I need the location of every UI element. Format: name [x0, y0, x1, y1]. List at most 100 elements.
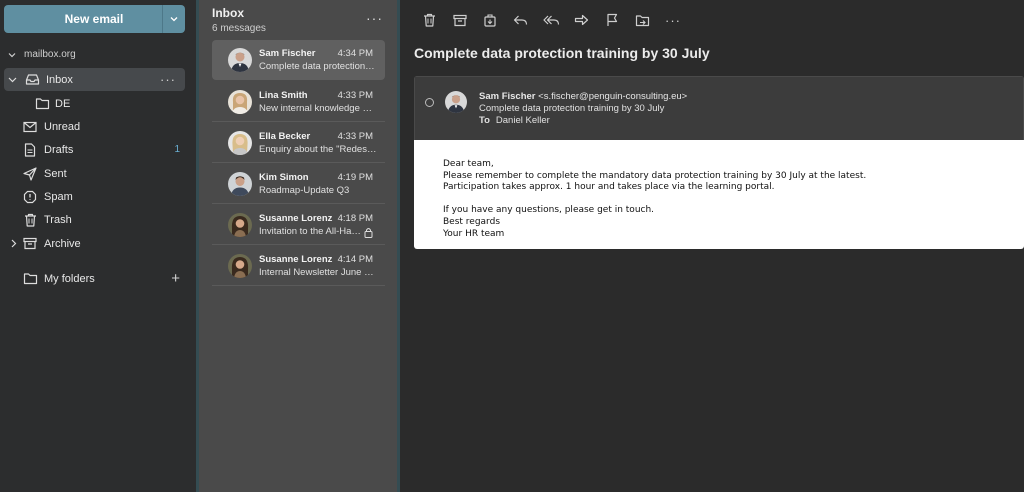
avatar	[228, 172, 252, 196]
message-item[interactable]: Kim Simon 4:19 PM Roadmap-Update Q3	[212, 164, 385, 204]
message-toolbar: ···	[420, 11, 695, 29]
message-sender: Sam Fischer	[259, 48, 316, 59]
message-item[interactable]: Susanne Lorenz 4:18 PM Invitation to the…	[212, 205, 385, 245]
message-time: 4:19 PM	[337, 172, 373, 183]
message-item[interactable]: Lina Smith 4:33 PM New internal knowledg…	[212, 82, 385, 122]
message-count: 6 messages	[212, 23, 266, 34]
sidebar: New email mailbox.org Inbox ··· DE Unrea…	[0, 0, 196, 492]
archive-expand-toggle[interactable]	[9, 239, 18, 248]
message-subject: Roadmap-Update Q3	[259, 185, 350, 196]
message-title: Complete data protection training by 30 …	[414, 45, 710, 61]
sidebar-item-sent[interactable]: Sent	[0, 162, 196, 185]
message-time: 4:33 PM	[337, 90, 373, 101]
message-item[interactable]: Ella Becker 4:33 PM Enquiry about the "R…	[212, 123, 385, 163]
avatar	[228, 90, 252, 114]
spam-icon	[22, 189, 38, 205]
body-closing: Best regards	[443, 216, 501, 227]
reply-button[interactable]	[512, 11, 530, 29]
send-icon	[22, 166, 38, 182]
envelope-icon	[22, 119, 38, 135]
message-card: Sam Fischer <s.fischer@penguin-consultin…	[414, 76, 1024, 249]
message-header: Sam Fischer <s.fischer@penguin-consultin…	[414, 76, 1024, 140]
body-line: Participation takes approx. 1 hour and t…	[443, 182, 775, 193]
body-line: Please remember to complete the mandator…	[443, 170, 867, 181]
message-sender: Lina Smith	[259, 90, 308, 101]
more-actions-button[interactable]: ···	[664, 11, 682, 29]
sender-line[interactable]: Sam Fischer <s.fischer@penguin-consultin…	[479, 91, 687, 102]
delete-button[interactable]	[420, 11, 438, 29]
trash-icon	[22, 212, 38, 228]
sidebar-my-folders[interactable]: My folders +	[0, 267, 196, 290]
list-more-button[interactable]: ···	[366, 10, 383, 26]
new-email-button[interactable]: New email	[4, 5, 185, 33]
chevron-down-icon	[8, 52, 16, 57]
message-time: 4:34 PM	[337, 48, 373, 59]
sidebar-item-unread[interactable]: Unread	[0, 115, 196, 138]
folder-icon	[22, 271, 38, 287]
sidebar-item-label: Archive	[44, 237, 81, 250]
sidebar-item-de[interactable]: DE	[0, 92, 196, 115]
inbox-expand-toggle[interactable]	[7, 75, 18, 84]
message-subject: Internal Newsletter June 2025	[259, 267, 377, 278]
reply-all-icon	[542, 15, 559, 25]
message-sender: Ella Becker	[259, 131, 311, 142]
reading-pane: ··· Complete data protection training by…	[400, 0, 1024, 492]
message-item[interactable]: Susanne Lorenz 4:14 PM Internal Newslett…	[212, 246, 385, 286]
recipient-line: To Daniel Keller	[479, 115, 550, 126]
add-folder-button[interactable]: +	[171, 270, 180, 287]
sidebar-item-spam[interactable]: Spam	[0, 185, 196, 208]
message-subject: Complete data protection training by 30 …	[259, 61, 377, 72]
inbox-icon	[24, 72, 40, 88]
my-folders-label: My folders	[44, 272, 95, 285]
sidebar-item-inbox[interactable]: Inbox ···	[4, 68, 185, 91]
sidebar-item-drafts[interactable]: Drafts 1	[0, 138, 196, 161]
reply-icon	[513, 15, 528, 25]
forward-button[interactable]	[573, 11, 591, 29]
message-subject: Invitation to the All-Hands meeting	[259, 226, 363, 237]
list-header: Inbox 6 messages	[212, 6, 266, 34]
select-message-radio[interactable]	[425, 98, 434, 107]
sidebar-item-label: DE	[55, 97, 71, 110]
move-button[interactable]	[481, 11, 499, 29]
flag-icon	[607, 13, 618, 26]
to-label: To	[479, 115, 490, 126]
message-subject: Enquiry about the "Redesign" project	[259, 144, 377, 155]
archive-icon	[22, 236, 38, 252]
chevron-right-icon	[11, 239, 17, 248]
drafts-count-badge: 1	[174, 144, 180, 155]
message-item[interactable]: Sam Fischer 4:34 PM Complete data protec…	[212, 40, 385, 80]
sidebar-item-trash[interactable]: Trash	[0, 208, 196, 231]
archive-icon	[452, 14, 467, 26]
sidebar-item-label: Spam	[44, 190, 73, 203]
list-title: Inbox	[212, 6, 244, 20]
recipient-name[interactable]: Daniel Keller	[496, 115, 550, 126]
sidebar-item-label: Drafts	[44, 143, 74, 156]
message-sender: Susanne Lorenz	[259, 254, 333, 265]
trash-icon	[423, 13, 435, 27]
folder-icon	[34, 96, 50, 112]
move-to-folder-icon	[484, 14, 496, 27]
message-list: Inbox 6 messages ··· Sam Fischer 4:34 PM…	[199, 0, 397, 492]
forward-icon	[574, 14, 589, 26]
avatar	[228, 254, 252, 278]
new-email-options-button[interactable]	[163, 14, 185, 24]
message-sender: Susanne Lorenz	[259, 213, 333, 224]
reply-all-button[interactable]	[542, 11, 560, 29]
body-line: If you have any questions, please get in…	[443, 205, 655, 216]
avatar	[228, 213, 252, 237]
message-sender: Kim Simon	[259, 172, 309, 183]
message-subject: New internal knowledge base	[259, 103, 377, 114]
inbox-more-button[interactable]: ···	[160, 72, 176, 87]
account-toggle[interactable]: mailbox.org	[8, 49, 76, 60]
avatar[interactable]	[445, 91, 467, 113]
body-greeting: Dear team,	[443, 159, 494, 169]
archive-button[interactable]	[451, 11, 469, 29]
sidebar-item-archive[interactable]: Archive	[0, 232, 196, 255]
flag-button[interactable]	[603, 11, 621, 29]
avatar	[228, 48, 252, 72]
message-time: 4:33 PM	[337, 131, 373, 142]
move-folder-button[interactable]	[634, 11, 652, 29]
avatar	[228, 131, 252, 155]
sender-email: <s.fischer@penguin-consulting.eu>	[538, 91, 688, 102]
message-body: Dear team, Please remember to complete t…	[414, 140, 1024, 249]
